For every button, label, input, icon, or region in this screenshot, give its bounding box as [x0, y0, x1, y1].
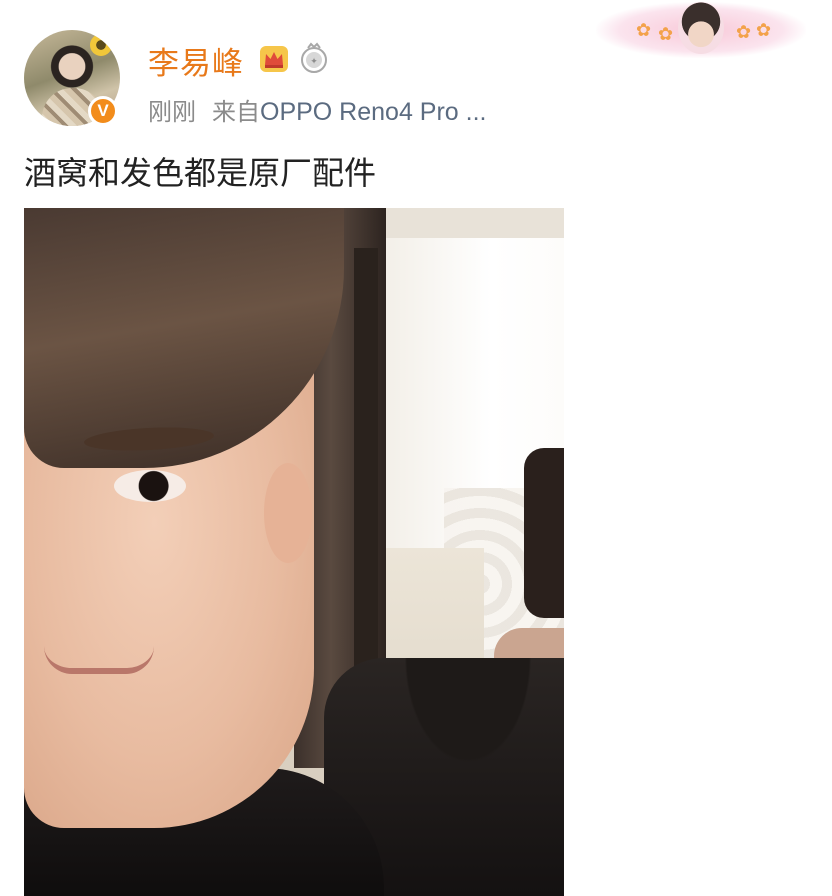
photo-ear	[264, 463, 312, 563]
avatar-flower	[90, 34, 112, 56]
post-photo[interactable]	[24, 208, 564, 896]
star-icon: ✿	[658, 24, 674, 45]
post-meta: 刚刚 来自OPPO Reno4 Pro ...	[148, 92, 487, 127]
post-text: 酒窝和发色都是原厂配件	[24, 154, 377, 192]
weibo-post: ✿ ✿ ✿ ✿ V 李易峰 ✦ 刚刚 来自OPPO Reno4 Pro ... 酒…	[0, 0, 832, 896]
post-source-prefix: 来自	[212, 98, 260, 126]
post-time: 刚刚	[148, 98, 196, 126]
decoration-portrait	[678, 2, 724, 54]
photo-reflection-hair	[524, 448, 564, 618]
star-icon: ✿	[636, 20, 652, 41]
post-device[interactable]: OPPO Reno4 Pro ...	[260, 98, 487, 126]
card-decoration: ✿ ✿ ✿ ✿	[596, 2, 806, 58]
verified-v-icon: V	[88, 96, 118, 126]
photo-eye	[114, 470, 186, 502]
star-icon: ✿	[736, 22, 752, 43]
star-icon: ✿	[756, 20, 772, 41]
photo-mouth	[44, 646, 154, 674]
svg-text:✦: ✦	[310, 56, 318, 66]
vip-badge-icon[interactable]: ✦	[298, 42, 330, 74]
crown-icon[interactable]	[258, 44, 290, 74]
username[interactable]: 李易峰	[148, 38, 244, 83]
